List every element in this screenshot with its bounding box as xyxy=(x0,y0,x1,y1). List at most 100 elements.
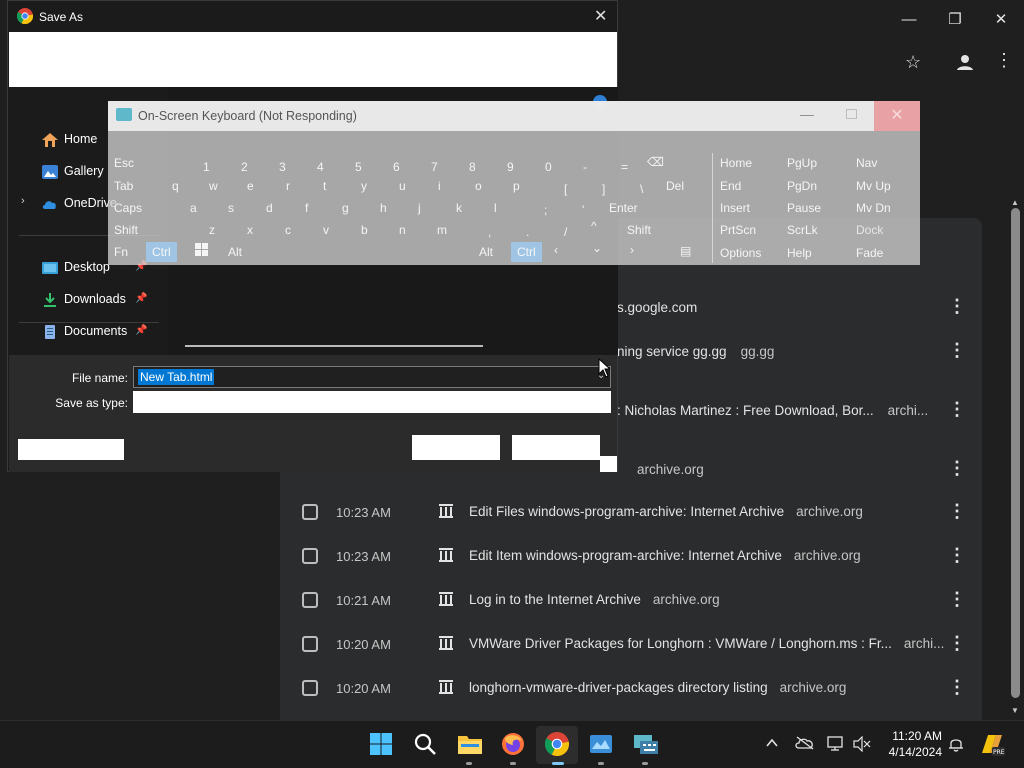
more-icon[interactable]: ⋮ xyxy=(948,677,966,698)
left-arrow-key-icon[interactable]: ‹ xyxy=(554,243,558,257)
key-equals[interactable]: = xyxy=(621,160,628,174)
save-as-type-select[interactable] xyxy=(133,391,611,413)
osk-maximize-button[interactable] xyxy=(846,109,857,119)
on-screen-keyboard-icon[interactable] xyxy=(633,732,658,756)
key-options[interactable]: Options xyxy=(720,246,761,260)
cloud-offline-icon[interactable] xyxy=(795,736,815,753)
scrollbar-thumb[interactable] xyxy=(1011,208,1020,698)
key-insert[interactable]: Insert xyxy=(720,201,750,215)
key-d[interactable]: d xyxy=(266,201,273,215)
key-5[interactable]: 5 xyxy=(355,160,362,174)
bookmark-star-icon[interactable]: ☆ xyxy=(905,52,921,73)
nav-item-gallery[interactable]: Gallery xyxy=(42,164,104,179)
file-explorer-icon[interactable] xyxy=(457,732,482,756)
key-help[interactable]: Help xyxy=(787,246,812,260)
volume-muted-icon[interactable] xyxy=(853,735,871,755)
copilot-icon[interactable]: PRE xyxy=(978,731,1006,760)
row-title[interactable]: Log in to the Internet Archive archive.or… xyxy=(469,592,720,607)
clock-time[interactable]: 11:20 AM xyxy=(880,729,942,743)
file-name-value[interactable]: New Tab.html xyxy=(138,369,215,385)
row-checkbox[interactable] xyxy=(302,592,318,608)
chrome-icon[interactable] xyxy=(544,732,570,757)
key-k[interactable]: k xyxy=(456,201,462,215)
cancel-button[interactable] xyxy=(512,435,600,460)
key-pgdn[interactable]: PgDn xyxy=(787,179,817,193)
key-z[interactable]: z xyxy=(209,223,215,237)
key-m[interactable]: m xyxy=(437,223,447,237)
close-icon[interactable]: ✕ xyxy=(594,6,607,26)
key-7[interactable]: 7 xyxy=(431,160,438,174)
key-y[interactable]: y xyxy=(361,179,367,193)
key-v[interactable]: v xyxy=(323,223,329,237)
scroll-up-icon[interactable]: ▲ xyxy=(1011,198,1019,207)
row-title[interactable]: VMWare Driver Packages for Longhorn : VM… xyxy=(469,636,944,651)
key-end[interactable]: End xyxy=(720,179,741,193)
key-f[interactable]: f xyxy=(305,201,308,215)
key-enter[interactable]: Enter xyxy=(609,201,638,215)
key-pause[interactable]: Pause xyxy=(787,201,821,215)
horizontal-scrollbar[interactable] xyxy=(185,345,483,347)
key-4[interactable]: 4 xyxy=(317,160,324,174)
scroll-down-icon[interactable]: ▼ xyxy=(1011,706,1019,715)
key-close-bracket[interactable]: ] xyxy=(602,182,605,196)
more-icon[interactable]: ⋮ xyxy=(948,399,966,420)
key-t[interactable]: t xyxy=(323,179,326,193)
network-icon[interactable] xyxy=(827,736,845,755)
windows-key-icon[interactable] xyxy=(195,243,208,259)
right-arrow-key-icon[interactable]: › xyxy=(630,243,634,257)
history-partial-title[interactable]: s.google.com xyxy=(617,300,697,315)
history-row[interactable]: 10:21 AM Log in to the Internet Archive a… xyxy=(280,579,982,623)
clock-date[interactable]: 4/14/2024 xyxy=(870,745,942,759)
key-nav[interactable]: Nav xyxy=(856,156,877,170)
history-row[interactable]: 10:23 AM Edit Item windows-program-archi… xyxy=(280,535,982,579)
key-comma[interactable]: , xyxy=(488,225,491,239)
key-w[interactable]: w xyxy=(209,179,218,193)
search-icon[interactable] xyxy=(413,732,437,756)
windows-start-icon[interactable] xyxy=(369,732,393,756)
key-o[interactable]: o xyxy=(475,179,482,193)
key-minus[interactable]: - xyxy=(583,160,587,174)
osk-close-button[interactable]: ✕ xyxy=(874,101,920,131)
key-semicolon[interactable]: ; xyxy=(544,203,547,217)
window-maximize-button[interactable]: ❐ xyxy=(943,8,967,32)
more-icon[interactable]: ⋮ xyxy=(948,458,966,479)
key-del[interactable]: Del xyxy=(666,179,684,193)
key-u[interactable]: u xyxy=(399,179,406,193)
address-bar-area[interactable] xyxy=(9,32,617,87)
pin-icon[interactable]: 📌 xyxy=(135,325,147,336)
key-alt-right[interactable]: Alt xyxy=(479,245,493,259)
key-mv-up[interactable]: Mv Up xyxy=(856,179,891,193)
key-open-bracket[interactable]: [ xyxy=(564,182,567,196)
nav-item-downloads[interactable]: Downloads xyxy=(42,292,126,307)
key-l[interactable]: l xyxy=(494,201,497,215)
key-shift-left[interactable]: Shift xyxy=(114,223,138,237)
chevron-right-icon[interactable]: › xyxy=(21,195,25,207)
row-checkbox[interactable] xyxy=(302,548,318,564)
key-pgup[interactable]: PgUp xyxy=(787,156,817,170)
key-period[interactable]: . xyxy=(526,225,529,239)
key-prtscn[interactable]: PrtScn xyxy=(720,223,756,237)
key-r[interactable]: r xyxy=(286,179,290,193)
key-8[interactable]: 8 xyxy=(469,160,476,174)
hide-folders-button[interactable] xyxy=(18,439,124,460)
key-ctrl-right[interactable]: Ctrl xyxy=(511,242,542,262)
key-mv-dn[interactable]: Mv Dn xyxy=(856,201,891,215)
key-g[interactable]: g xyxy=(342,201,349,215)
key-h[interactable]: h xyxy=(380,201,387,215)
osk-titlebar[interactable]: On-Screen Keyboard (Not Responding) — ✕ xyxy=(108,101,920,131)
history-partial-title[interactable]: : Nicholas Martinez : Free Download, Bor… xyxy=(617,403,928,418)
row-checkbox[interactable] xyxy=(302,680,318,696)
more-icon[interactable]: ⋮ xyxy=(948,340,966,361)
row-title[interactable]: longhorn-vmware-driver-packages director… xyxy=(469,680,846,695)
key-2[interactable]: 2 xyxy=(241,160,248,174)
history-partial-title[interactable]: ning service gg.gg gg.gg xyxy=(617,344,774,359)
key-n[interactable]: n xyxy=(399,223,406,237)
more-icon[interactable]: ⋮ xyxy=(948,545,966,566)
key-dock[interactable]: Dock xyxy=(856,223,883,237)
key-caps[interactable]: Caps xyxy=(114,201,142,215)
key-esc[interactable]: Esc xyxy=(114,156,134,170)
nav-item-onedrive[interactable]: OneDrive xyxy=(42,196,117,211)
key-fn[interactable]: Fn xyxy=(114,245,128,259)
key-slash[interactable]: / xyxy=(564,225,567,239)
key-quote[interactable]: ' xyxy=(582,203,584,217)
